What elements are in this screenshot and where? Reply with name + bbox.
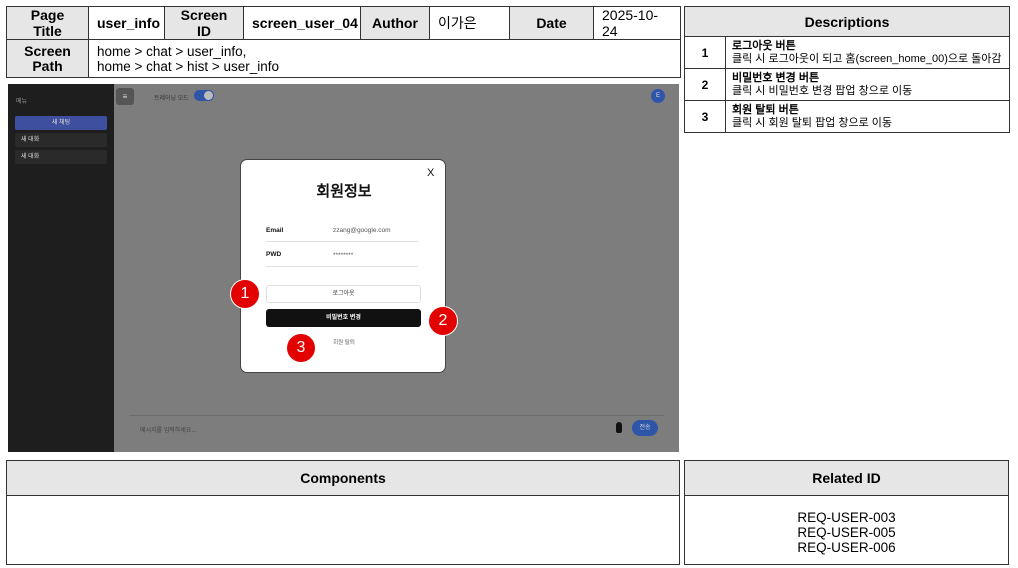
description-title: 비밀번호 변경 버튼 [732, 71, 820, 84]
email-value: zzang@google.com [333, 227, 391, 234]
new-chat-button[interactable]: 새 채팅 [15, 116, 107, 130]
sidebar: 메뉴 새 채팅 새 대화 새 대화 [8, 84, 114, 452]
author-label: Author [360, 6, 430, 40]
description-title: 회원 탈퇴 버튼 [732, 103, 799, 116]
screen-mockup: 메뉴 새 채팅 새 대화 새 대화 ≡ 트레이닝 모드 E 메시지를 입력하세요… [8, 84, 679, 452]
related-id-list: REQ-USER-003 REQ-USER-005 REQ-USER-006 [684, 495, 1009, 565]
screen-id-value: screen_user_04 [243, 6, 361, 40]
menu-icon[interactable]: ≡ [116, 88, 134, 105]
page-title-label: Page Title [6, 6, 89, 40]
date-value: 2025-10-24 [593, 6, 681, 40]
related-id: REQ-USER-005 [797, 524, 896, 540]
description-item: 로그아웃 버튼 클릭 시 로그아웃이 되고 홈(screen_home_00)으… [725, 36, 1010, 69]
modal-title: 회원정보 [316, 183, 372, 200]
meta-table: Page Title user_info Screen ID screen_us… [6, 6, 681, 78]
description-item: 비밀번호 변경 버튼 클릭 시 비밀번호 변경 팝업 창으로 이동 [725, 68, 1010, 101]
screen-path-value: home > chat > user_info, home > chat > h… [88, 39, 681, 78]
screen-path-label-line1: Screen [24, 42, 71, 59]
description-number: 2 [684, 68, 726, 101]
components-body [6, 495, 680, 565]
annotation-marker-3: 3 [286, 333, 316, 363]
logout-button[interactable]: 로그아웃 [266, 285, 421, 303]
pwd-label: PWD [266, 251, 282, 258]
screen-path-line2: home > chat > hist > user_info [97, 58, 279, 74]
message-input[interactable]: 메시지를 입력하세요... [140, 425, 196, 434]
mode-label: 트레이닝 모드 [154, 96, 189, 102]
close-icon[interactable]: X [427, 167, 434, 179]
microphone-icon[interactable] [616, 422, 622, 433]
annotation-marker-2: 2 [428, 306, 458, 336]
sidebar-chat-item[interactable]: 새 대화 [15, 150, 107, 164]
related-id: REQ-USER-006 [797, 539, 896, 555]
screen-path-line1: home > chat > user_info, [97, 43, 247, 59]
sidebar-label: 메뉴 [16, 99, 28, 105]
annotation-marker-1: 1 [230, 279, 260, 309]
related-id-header: Related ID [684, 460, 1009, 496]
page-title-value: user_info [88, 6, 165, 40]
avatar[interactable]: E [651, 89, 665, 103]
author-value: 이가은 [429, 6, 510, 40]
email-label: Email [266, 227, 284, 234]
related-id-table: Related ID REQ-USER-003 REQ-USER-005 REQ… [684, 460, 1009, 565]
description-text: 클릭 시 비밀번호 변경 팝업 창으로 이동 [732, 84, 913, 97]
description-text: 클릭 시 로그아웃이 되고 홈(screen_home_00)으로 돌아감 [732, 52, 1002, 65]
date-label: Date [509, 6, 594, 40]
descriptions-table: Descriptions 1 로그아웃 버튼 클릭 시 로그아웃이 되고 홈(s… [684, 6, 1010, 133]
user-info-modal: X 회원정보 Email zzang@google.com PWD ******… [240, 159, 446, 373]
screen-id-label: Screen ID [164, 6, 244, 40]
components-header: Components [6, 460, 680, 496]
related-id: REQ-USER-003 [797, 509, 896, 525]
description-title: 로그아웃 버튼 [732, 39, 796, 52]
screen-path-label-line2: Path [32, 57, 63, 74]
field-divider [266, 266, 418, 267]
pwd-value: ******** [333, 252, 354, 259]
mode-toggle[interactable] [194, 90, 214, 101]
withdraw-button[interactable]: 회원 탈퇴 [241, 338, 447, 346]
description-item: 회원 탈퇴 버튼 클릭 시 회원 탈퇴 팝업 창으로 이동 [725, 100, 1010, 133]
descriptions-header: Descriptions [684, 6, 1010, 37]
description-number: 1 [684, 36, 726, 69]
send-button[interactable]: 전송 [632, 420, 658, 436]
sidebar-chat-item[interactable]: 새 대화 [15, 133, 107, 147]
description-number: 3 [684, 100, 726, 133]
components-table: Components [6, 460, 680, 565]
description-text: 클릭 시 회원 탈퇴 팝업 창으로 이동 [732, 116, 893, 129]
field-divider [266, 241, 418, 242]
message-bar [129, 415, 664, 441]
change-password-button[interactable]: 비밀번호 변경 [266, 309, 421, 327]
screen-path-label: Screen Path [6, 39, 89, 78]
